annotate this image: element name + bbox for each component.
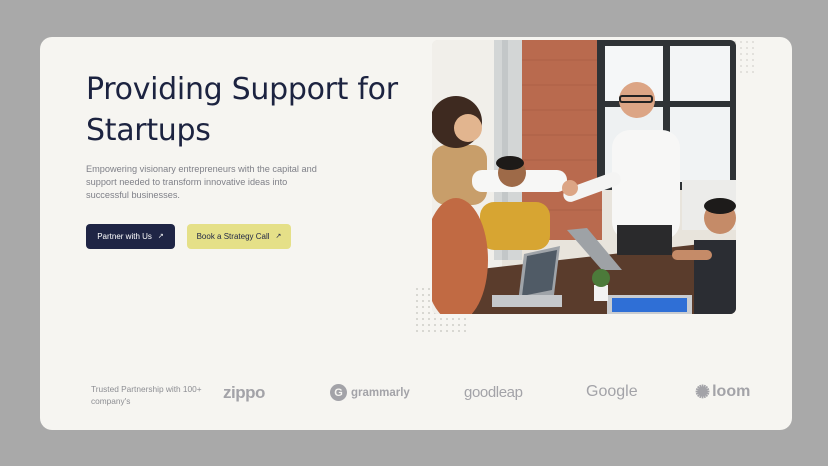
trusted-partnership-text: Trusted Partnership with 100+ company's: [91, 384, 202, 406]
book-strategy-call-button[interactable]: Book a Strategy Call ↗: [187, 224, 291, 249]
arrow-up-right-icon: ↗: [157, 233, 164, 240]
grammarly-logo: G grammarly: [330, 384, 410, 401]
zippo-logo: zippo: [223, 383, 265, 403]
book-call-button-label: Book a Strategy Call: [196, 232, 270, 241]
goodleap-logo: goodleap: [464, 384, 523, 401]
google-logo-text: Google: [586, 383, 638, 400]
loom-logo-text: loom: [712, 383, 751, 400]
partner-with-us-button[interactable]: Partner with Us ↗: [86, 224, 175, 249]
zippo-logo-text: zippo: [223, 383, 265, 402]
hero-photo: [432, 40, 736, 314]
page-title: Providing Support for Startups: [86, 72, 398, 148]
partner-button-label: Partner with Us: [97, 232, 152, 241]
hero-subtitle: Empowering visionary entrepreneurs with …: [86, 164, 317, 200]
hero-card: Providing Support for Startups Empowerin…: [40, 37, 792, 430]
grammarly-logo-text: grammarly: [351, 386, 410, 399]
loom-icon: ✺: [695, 382, 711, 402]
arrow-up-right-icon: ↗: [275, 233, 282, 240]
grammarly-icon: G: [330, 384, 347, 401]
goodleap-logo-text: goodleap: [464, 384, 523, 401]
loom-logo: ✺ loom: [695, 383, 750, 401]
google-logo: Google: [586, 383, 638, 401]
